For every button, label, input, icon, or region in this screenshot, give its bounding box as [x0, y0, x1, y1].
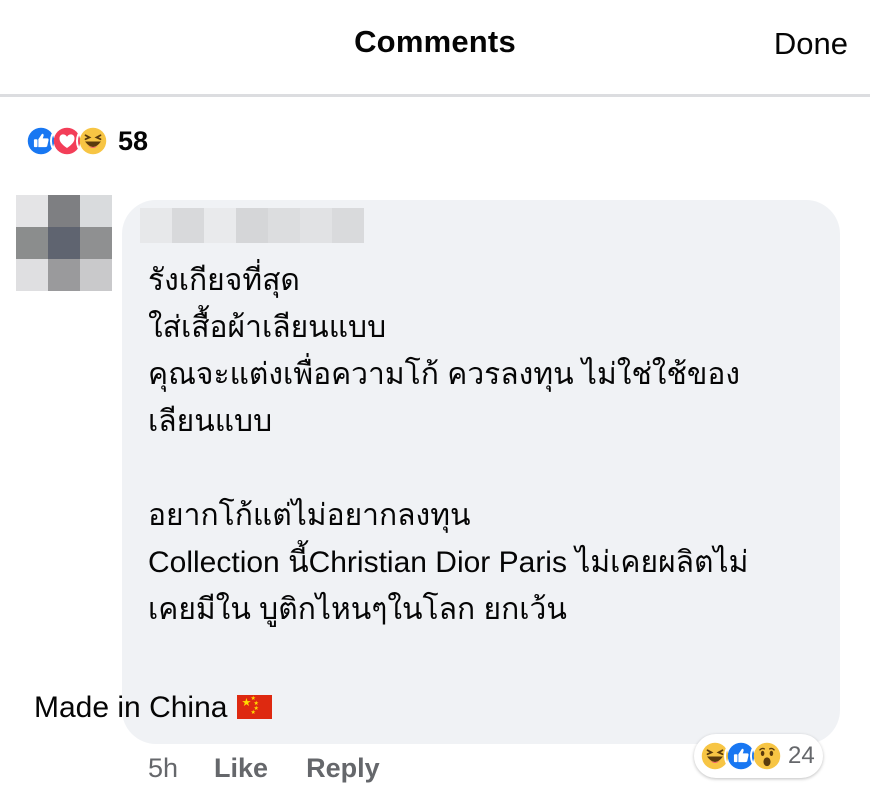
header-divider — [0, 94, 870, 97]
like-button[interactable]: Like — [214, 753, 268, 784]
comments-header: Comments Done — [0, 0, 870, 97]
comment-line: Collection นี้Christian Dior Paris ไม่เค… — [148, 546, 749, 579]
reply-button[interactable]: Reply — [306, 753, 380, 784]
comment-text: รังเกียจที่สุด ใส่เสื้อผ้าเลียนแบบ คุณจะ… — [148, 257, 828, 633]
done-button[interactable]: Done — [774, 26, 848, 62]
comment-reaction-count: 24 — [788, 742, 815, 769]
wow-icon — [750, 739, 784, 773]
comment-bubble: รังเกียจที่สุด ใส่เสื้อผ้าเลียนแบบ คุณจะ… — [122, 200, 840, 744]
comment-reactions[interactable]: 24 — [694, 734, 823, 778]
comment-line: คุณจะแต่งเพื่อความโก้ ควรลงทุน ไม่ใช่ใช้… — [148, 358, 740, 391]
closing-text: Made in China — [34, 691, 228, 724]
paragraph-break — [148, 445, 828, 492]
haha-icon — [76, 124, 110, 158]
post-reactions-summary[interactable]: 58 — [24, 121, 148, 161]
comment-line: เคยมีใน บูติกไหนๆในโลก ยกเว้น — [148, 593, 567, 626]
china-flag-icon: ★ ★ ★ ★ ★ — [237, 695, 273, 719]
commenter-name-blurred[interactable] — [140, 208, 364, 243]
post-reaction-count: 58 — [118, 125, 149, 156]
comment-line: ใส่เสื้อผ้าเลียนแบบ — [148, 311, 387, 344]
page-title: Comments — [354, 24, 516, 59]
comment-line: รังเกียจที่สุด — [148, 264, 300, 297]
comment-line: อยากโก้แต่ไม่อยากลงทุน — [148, 499, 471, 532]
comment-closing-line: Made in China ★ ★ ★ ★ ★ — [34, 684, 273, 731]
avatar[interactable] — [16, 195, 112, 291]
comment-timestamp: 5h — [148, 752, 179, 783]
comment-actions: 5h Like Reply — [148, 748, 418, 788]
comment-line: เลียนแบบ — [148, 405, 273, 438]
